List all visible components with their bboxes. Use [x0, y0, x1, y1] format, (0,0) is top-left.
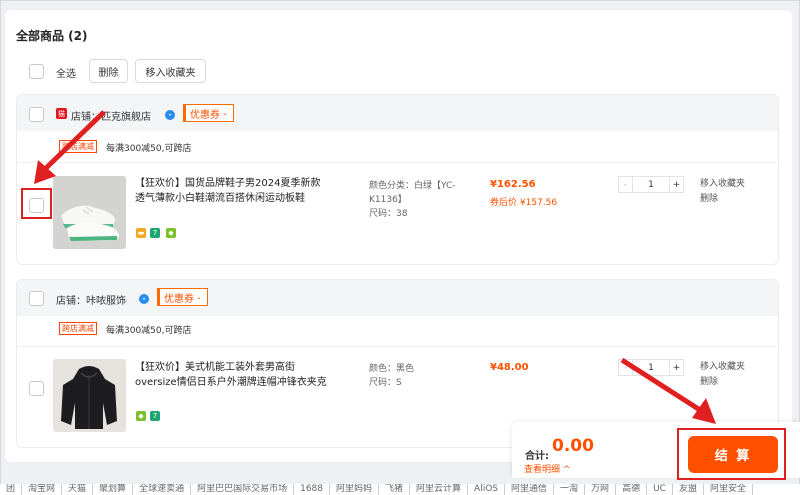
select-all-checkbox[interactable]	[29, 64, 44, 79]
footer-link[interactable]: 万网	[585, 484, 617, 495]
product-title-line: 【狂欢价】美式机能工装外套男高街	[135, 362, 295, 373]
minus-button[interactable]: -	[619, 360, 633, 375]
chat-icon[interactable]: •	[139, 294, 149, 304]
delete-link[interactable]: 删除	[700, 375, 745, 390]
move-to-favorites-link[interactable]: 移入收藏夹	[700, 177, 745, 192]
seven-day-return-icon: 7	[150, 228, 160, 238]
sku-color-cont[interactable]: K1136】	[369, 192, 407, 205]
footer-link[interactable]: 团	[0, 484, 23, 495]
product-title[interactable]: 【狂欢价】国货品牌鞋子男2024夏季新款 透气薄款小白鞋潮流百搭休闲运动板鞋	[135, 176, 340, 206]
page-title: 全部商品 (2)	[16, 29, 88, 43]
tag-icon: ▬	[136, 228, 146, 238]
chevron-down-icon: ⌄	[222, 109, 228, 117]
footer-link[interactable]: 阿里通信	[505, 484, 555, 495]
promo-badge: 跨店满减	[59, 140, 97, 153]
shop-checkbox[interactable]	[29, 107, 44, 122]
shop-name[interactable]: 店铺：匹克旗舰店	[71, 108, 151, 123]
coupon-button[interactable]: 优惠券 ⌄	[157, 288, 208, 306]
view-details-link[interactable]: 查看明细 ^	[524, 462, 570, 475]
quantity-input[interactable]: 1	[633, 177, 669, 192]
divider	[17, 346, 778, 347]
footer-link[interactable]: 天猫	[62, 484, 94, 495]
quantity-stepper: - 1 +	[618, 359, 684, 376]
footer-link[interactable]: 全球速卖通	[133, 484, 192, 495]
item-checkbox[interactable]	[29, 381, 44, 396]
product-image-sneakers[interactable]	[53, 176, 126, 249]
item-actions: 移入收藏夹 删除	[700, 177, 745, 207]
footer-link[interactable]: 1688	[294, 484, 330, 495]
plus-button[interactable]: +	[669, 177, 683, 192]
product-image-jacket[interactable]	[53, 359, 126, 432]
product-title[interactable]: 【狂欢价】美式机能工装外套男高街 oversize情侣日系户外潮牌连帽冲锋衣夹克	[135, 360, 340, 390]
select-all-label[interactable]: 全选	[56, 65, 76, 80]
delete-button[interactable]: 删除	[89, 59, 128, 83]
move-to-favorites-button[interactable]: 移入收藏夹	[135, 59, 206, 83]
freight-insurance-icon: ◆	[136, 411, 146, 421]
shop-header	[17, 280, 778, 316]
delete-link[interactable]: 删除	[700, 192, 745, 207]
seven-day-return-icon: 7	[150, 411, 160, 421]
footer-link[interactable]: UC	[647, 484, 673, 495]
shop-name[interactable]: 店铺：咔哝服饰	[56, 292, 126, 307]
move-to-favorites-link[interactable]: 移入收藏夹	[700, 360, 745, 375]
footer-link[interactable]: 阿里安全	[704, 484, 753, 495]
product-title-line: oversize情侣日系户外潮牌连帽冲锋衣夹克	[135, 377, 327, 388]
footer-link[interactable]: 阿里巴巴国际交易市场	[191, 484, 295, 495]
footer-link[interactable]: AliOS	[468, 484, 506, 495]
sku-size[interactable]: 尺码：S	[369, 375, 402, 388]
item-actions: 移入收藏夹 删除	[700, 360, 745, 390]
promo-text: 每满300减50,可跨店	[106, 326, 192, 336]
highlight-box	[677, 428, 786, 480]
product-title-line: 透气薄款小白鞋潮流百搭休闲运动板鞋	[135, 193, 305, 204]
freight-insurance-icon: ◆	[166, 228, 176, 238]
total-value: 0.00	[552, 436, 594, 456]
promo-badge: 跨店满减	[59, 322, 97, 335]
total-label: 合计:	[525, 451, 549, 462]
item-price: ¥48.00	[490, 362, 529, 373]
coupon-button[interactable]: 优惠券 ⌄	[183, 104, 234, 122]
highlight-box	[21, 188, 52, 219]
footer-link[interactable]: 一淘	[554, 484, 586, 495]
item-price: ¥162.56	[490, 179, 536, 190]
sku-color[interactable]: 颜色分类：白绿【YC-	[369, 178, 456, 191]
quantity-stepper: - 1 +	[618, 176, 684, 193]
promo-text: 每满300减50,可跨店	[106, 144, 192, 154]
footer-link[interactable]: 阿里云计算	[410, 484, 469, 495]
footer-link[interactable]: 高德	[616, 484, 648, 495]
divider	[17, 162, 778, 163]
item-price-after-coupon: 券后价 ¥157.56	[490, 198, 558, 208]
footer-link[interactable]: 淘宝网	[22, 484, 63, 495]
footer-link[interactable]: 友盟	[673, 484, 704, 495]
footer-links: 团 淘宝网 天猫 聚划算 全球速卖通 阿里巴巴国际交易市场 1688 阿里妈妈 …	[0, 484, 800, 495]
chevron-down-icon: ⌄	[196, 293, 202, 301]
sku-size[interactable]: 尺码：38	[369, 206, 407, 219]
footer-link[interactable]: 聚划算	[93, 484, 134, 495]
coupon-label: 优惠券	[190, 109, 220, 121]
footer-link[interactable]: 飞猪	[379, 484, 411, 495]
sku-color[interactable]: 颜色：黑色	[369, 361, 414, 374]
minus-button[interactable]: -	[619, 177, 633, 192]
coupon-label: 优惠券	[164, 293, 194, 305]
shop-checkbox[interactable]	[29, 291, 44, 306]
chat-icon[interactable]: •	[165, 110, 175, 120]
footer-link[interactable]: 阿里妈妈	[330, 484, 380, 495]
quantity-input[interactable]: 1	[633, 360, 669, 375]
product-title-line: 【狂欢价】国货品牌鞋子男2024夏季新款	[135, 178, 321, 189]
tmall-store-icon: 猫	[56, 108, 67, 119]
plus-button[interactable]: +	[669, 360, 683, 375]
